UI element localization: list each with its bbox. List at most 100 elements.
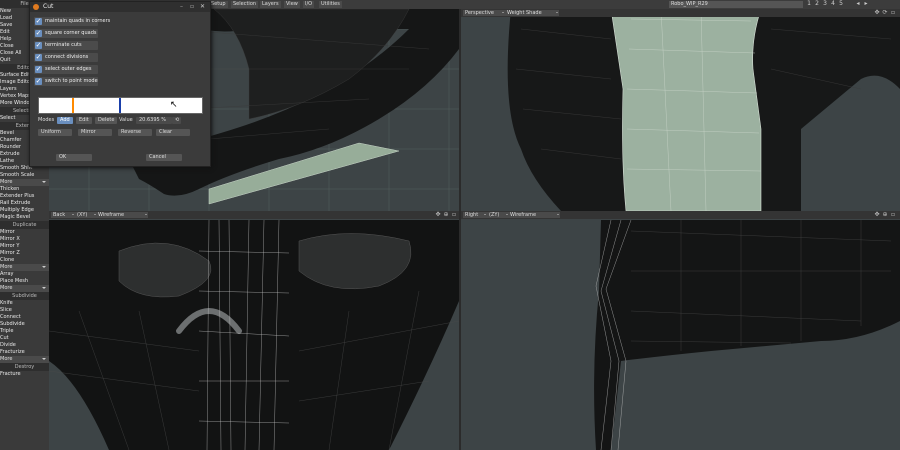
pan-icon[interactable]: ✥ [435,212,441,218]
section-header-6: Subdivide [0,292,49,300]
viewport-top-right-mesh [507,9,900,211]
viewport-bottom-left[interactable]: Back (XY) Wireframe ✥ ⊕ ▫ [49,211,459,450]
pan-icon[interactable]: ✥ [874,10,880,16]
close-icon[interactable]: ✕ [200,2,205,12]
render-mode-select[interactable]: Weight Shade [505,10,559,16]
checkbox-check-icon: ✓ [35,29,42,37]
viewport-bottom-left-mesh [49,219,459,450]
zoom-icon[interactable]: ⊕ [882,212,888,218]
maximize-icon[interactable]: ▫ [890,10,896,16]
section-header-4: Duplicate [0,221,49,229]
mode-add-button[interactable]: Add [57,117,73,124]
layer-2[interactable]: 2 [814,1,820,7]
layer-1[interactable]: 1 [806,1,812,7]
tool-3-2[interactable]: Rail Extrude [0,200,49,207]
uniform-button[interactable]: Uniform [38,129,72,136]
mouse-cursor-icon: ↖ [170,100,178,110]
maximize-icon[interactable]: ▫ [451,212,457,218]
layer-3[interactable]: 3 [822,1,828,7]
clear-button[interactable]: Clear [156,129,190,136]
cut-marker-orange[interactable] [72,98,74,113]
tool-6-3[interactable]: Subdivide [0,321,49,328]
reverse-button[interactable]: Reverse [118,129,152,136]
tool-8-0[interactable]: Fracture [0,371,49,378]
value-reset-icon[interactable]: ⟲ [172,117,181,124]
render-mode-select[interactable]: Wireframe [508,212,560,218]
view-axis-select[interactable]: (XY) [75,212,97,218]
tool-7-0[interactable]: Triple [0,328,49,335]
tool-7-1[interactable]: Cut [0,335,49,342]
app-icon [33,4,39,10]
tool-3-1[interactable]: Extender Plus [0,193,49,200]
layer-next-icon[interactable]: ▸ [863,1,869,7]
option-terminate-cuts[interactable]: ✓ terminate cuts [34,41,98,50]
layer-4[interactable]: 4 [830,1,836,7]
cut-position-strip[interactable]: ↖ [38,97,203,114]
tool-6-2[interactable]: Connect [0,314,49,321]
view-type-select[interactable]: Back [51,212,75,218]
layer-5[interactable]: 5 [838,1,844,7]
view-type-select[interactable]: Perspective [463,10,505,16]
tool-6-1[interactable]: Slice [0,307,49,314]
ok-button[interactable]: OK [56,154,92,161]
zoom-icon[interactable]: ⊕ [443,212,449,218]
more-dropdown-2[interactable]: More [0,179,49,186]
tool-4-4[interactable]: Clone [0,257,49,264]
tool-4-3[interactable]: Mirror Z [0,250,49,257]
more-dropdown-5[interactable]: More [0,285,49,292]
value-input[interactable]: 20.6395 % [136,117,172,124]
option-connect-divisions[interactable]: ✓ connect divisions [34,53,98,62]
option-maintain-quads[interactable]: ✓ maintain quads in corners [34,17,110,26]
tool-7-2[interactable]: Divide [0,342,49,349]
tool-4-2[interactable]: Mirror Y [0,243,49,250]
checkbox-check-icon: ✓ [35,17,42,25]
tool-2-6[interactable]: Smooth Scale [0,172,49,179]
more-dropdown-4[interactable]: More [0,264,49,271]
option-switch-to-point-mode[interactable]: ✓ switch to point mode [34,77,98,86]
restore-icon[interactable]: ▫ [190,2,194,12]
tool-4-0[interactable]: Mirror [0,229,49,236]
checkbox-check-icon: ✓ [35,53,42,61]
checkbox-check-icon: ✓ [35,65,42,73]
cut-dialog: Cut – ▫ ✕ ✓ maintain quads in corners ✓ sq… [29,1,211,167]
section-header-8: Destroy [0,363,49,371]
layer-prev-icon[interactable]: ◂ [855,1,861,7]
tab-utilities[interactable]: Utilities [319,1,342,8]
view-axis-select[interactable]: (ZY) [487,212,509,218]
dialog-titlebar[interactable]: Cut – ▫ ✕ [30,2,210,12]
maximize-icon[interactable]: ▫ [890,212,896,218]
tool-3-4[interactable]: Magic Bevel [0,214,49,221]
cut-marker-blue[interactable] [119,98,121,113]
tool-7-3[interactable]: Fracturize [0,349,49,356]
object-name-field[interactable]: Robo_WIP_R29 [669,1,803,8]
tool-6-0[interactable]: Knife [0,300,49,307]
tab-setup[interactable]: Setup [209,1,228,8]
viewport-top-right[interactable]: Perspective Weight Shade ✥ ⟳ ▫ [461,9,900,211]
tool-5-0[interactable]: Array [0,271,49,278]
pan-icon[interactable]: ✥ [874,212,880,218]
viewport-bottom-right-header: Right (ZY) Wireframe ✥ ⊕ ▫ [461,211,900,219]
mirror-button[interactable]: Mirror [78,129,112,136]
tool-4-1[interactable]: Mirror X [0,236,49,243]
view-type-select[interactable]: Right [463,212,487,218]
cancel-button[interactable]: Cancel [146,154,182,161]
rotate-icon[interactable]: ⟳ [882,10,888,16]
tab-io[interactable]: I/O [303,1,315,8]
tab-selection[interactable]: Selection [231,1,259,8]
checkbox-check-icon: ✓ [35,77,42,85]
tool-3-0[interactable]: Thicken [0,186,49,193]
modes-label: Modes [38,117,55,123]
tab-view[interactable]: View [284,1,300,8]
option-select-outer-edges[interactable]: ✓ select outer edges [34,65,98,74]
tool-3-3[interactable]: Multiply Edge [0,207,49,214]
minimize-icon[interactable]: – [180,2,183,12]
viewport-bottom-right[interactable]: Right (ZY) Wireframe ✥ ⊕ ▫ [461,211,900,450]
mode-delete-button[interactable]: Delete [95,117,118,124]
tab-layers[interactable]: Layers [260,1,281,8]
more-dropdown-7[interactable]: More [0,356,49,363]
tool-5-1[interactable]: Place Mesh [0,278,49,285]
render-mode-select[interactable]: Wireframe [96,212,148,218]
mode-edit-button[interactable]: Edit [76,117,92,124]
option-square-corner-quads[interactable]: ✓ square corner quads [34,29,98,38]
checkbox-check-icon: ✓ [35,41,42,49]
